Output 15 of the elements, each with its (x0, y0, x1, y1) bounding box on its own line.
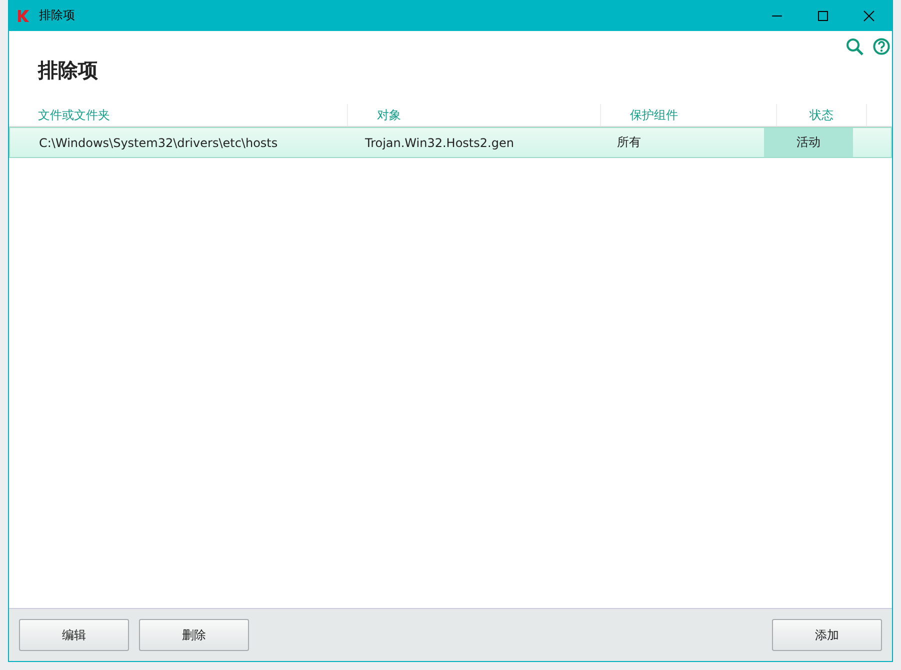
footer-button[interactable]: 删除 (139, 619, 249, 651)
app-logo-icon (17, 8, 31, 22)
table-cell-text: Trojan.Win32.Hosts2.gen (364, 134, 515, 152)
footer-button[interactable]: 添加 (772, 619, 882, 651)
table-cell: 活动 (764, 128, 853, 157)
table-cell-text: 所有 (616, 134, 642, 151)
help-icon[interactable] (873, 38, 890, 55)
close-icon[interactable] (863, 10, 875, 22)
search-icon[interactable] (846, 38, 864, 56)
window-title: 排除项 (39, 7, 75, 24)
table-cell-text: C:\Windows\System32\drivers\etc\hosts (38, 134, 279, 152)
footer-button[interactable]: 编辑 (19, 619, 129, 651)
maximize-icon[interactable] (817, 10, 829, 22)
page-heading: 排除项 (38, 57, 99, 84)
table-row[interactable]: C:\Windows\System32\drivers\etc\hosts Trojan.Win32.Hosts2.gen 所有 活动 (9, 127, 892, 158)
